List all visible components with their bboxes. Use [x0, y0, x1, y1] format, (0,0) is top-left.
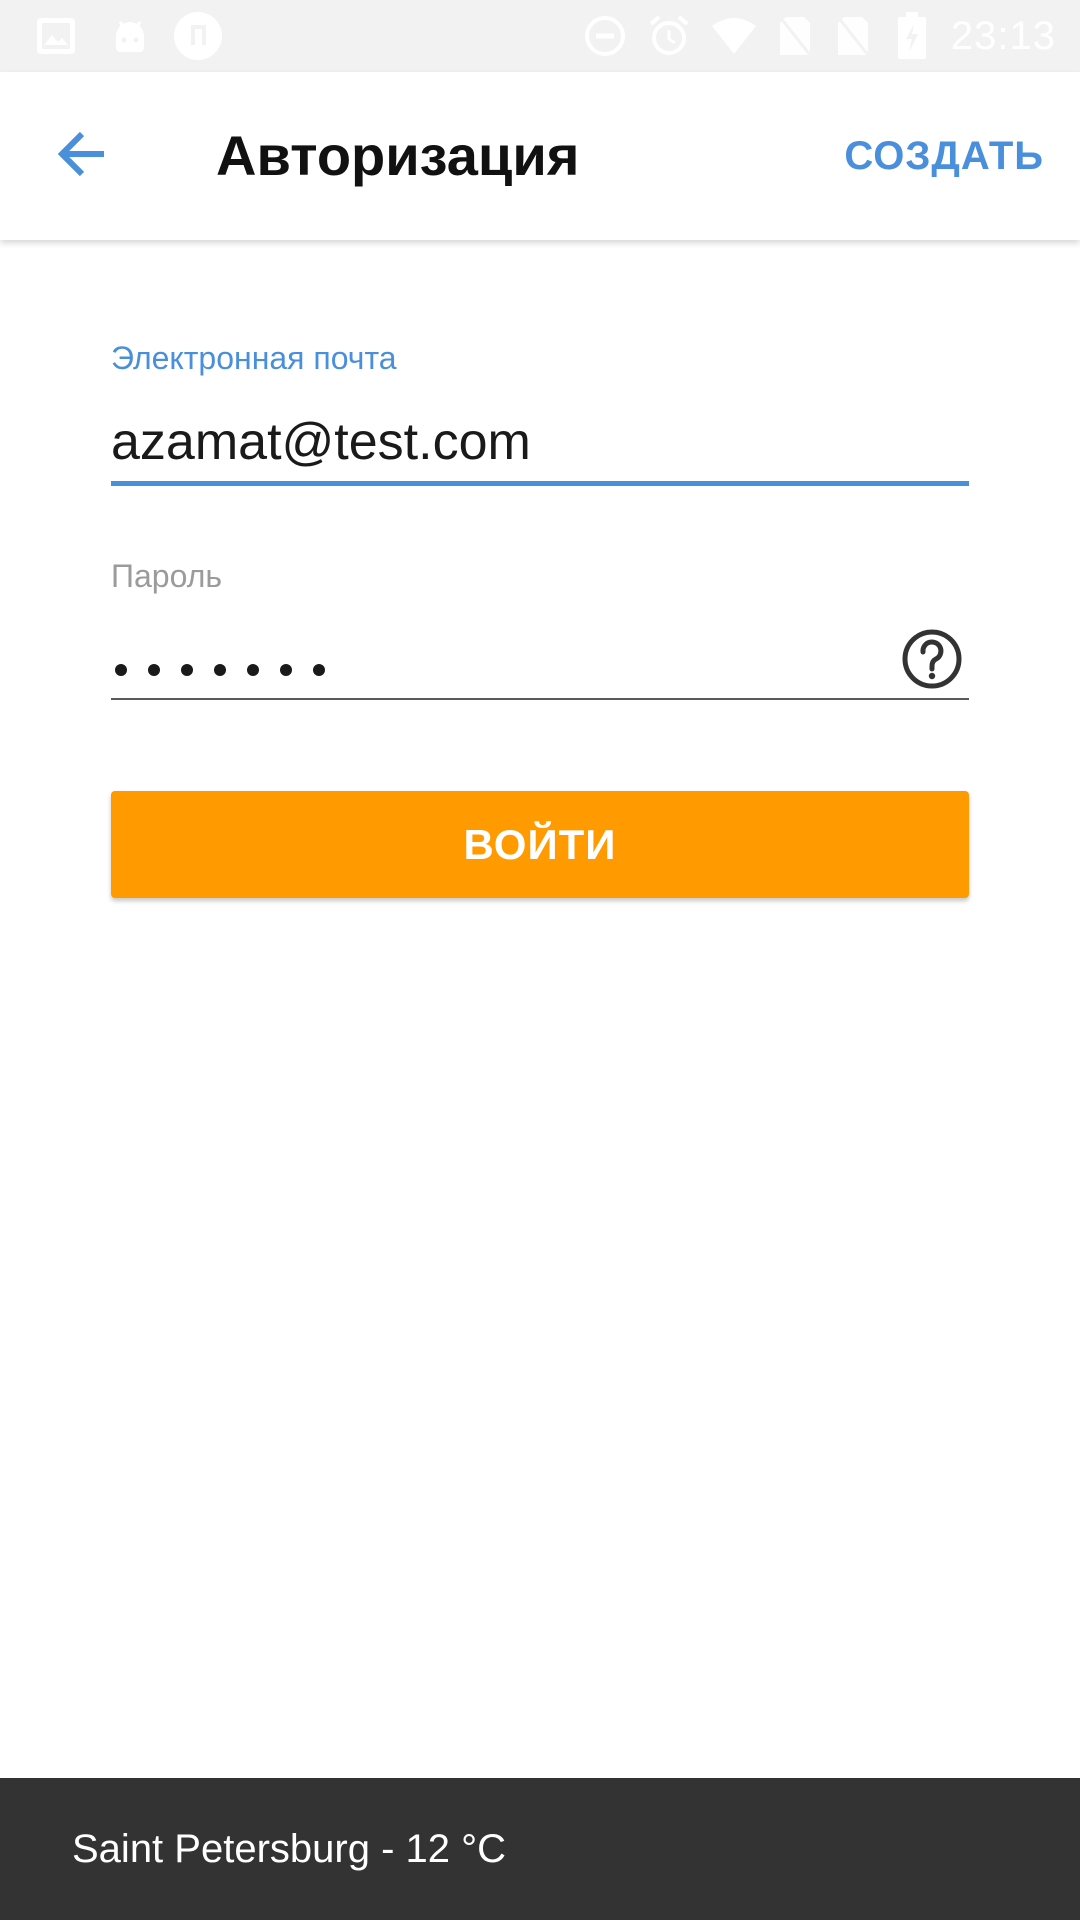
wifi-icon — [706, 0, 762, 72]
status-time: 23:13 — [950, 14, 1056, 58]
password-field[interactable]: Пароль — [111, 548, 969, 708]
password-label: Пароль — [111, 558, 223, 594]
create-account-button[interactable]: СОЗДАТЬ — [844, 72, 1044, 240]
battery-charging-icon — [894, 0, 930, 72]
snackbar: Saint Petersburg - 12 °C — [0, 1778, 1080, 1920]
status-bar: 23:13 — [0, 0, 1080, 72]
android-icon — [104, 0, 156, 72]
password-mask-dot — [115, 664, 127, 676]
email-label: Электронная почта — [111, 340, 397, 376]
password-mask-dot — [214, 664, 226, 676]
no-sim-icon — [774, 0, 816, 72]
password-help-button[interactable] — [895, 624, 969, 698]
app-bar: Авторизация СОЗДАТЬ — [0, 72, 1080, 240]
image-icon — [30, 0, 82, 72]
password-mask-dot — [148, 664, 160, 676]
no-sim-icon — [832, 0, 874, 72]
password-mask-dot — [313, 664, 325, 676]
back-button[interactable] — [40, 114, 124, 198]
help-circle-icon — [901, 628, 963, 695]
music-note-icon — [170, 0, 226, 72]
email-underline — [111, 481, 969, 486]
password-mask-dot — [181, 664, 193, 676]
password-mask-dot — [280, 664, 292, 676]
login-button[interactable]: ВОЙТИ — [111, 791, 969, 898]
alarm-icon — [644, 0, 694, 72]
password-underline — [111, 698, 969, 700]
email-input[interactable]: azamat@test.com — [111, 412, 969, 482]
password-mask-dot — [247, 664, 259, 676]
arrow-left-icon — [56, 130, 108, 183]
snackbar-text: Saint Petersburg - 12 °C — [72, 1827, 506, 1871]
do-not-disturb-icon — [580, 0, 630, 72]
email-field[interactable]: Электронная почта azamat@test.com — [111, 330, 969, 490]
page-title: Авторизация — [216, 124, 580, 187]
